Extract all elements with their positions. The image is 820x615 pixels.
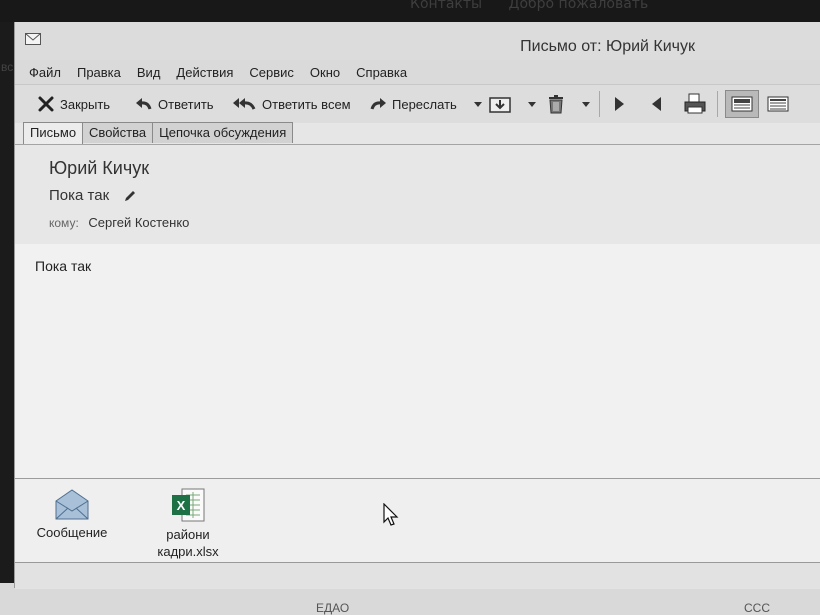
attachment-message[interactable]: Сообщение	[29, 487, 115, 541]
background-window-edge: вс	[1, 60, 14, 74]
background-taskbar: Контакты Добро пожаловать	[0, 0, 820, 22]
arrow-left-icon	[652, 97, 661, 111]
menu-help[interactable]: Справка	[356, 65, 407, 80]
attachment-label: райони кадри.xlsx	[157, 527, 219, 559]
reply-all-icon	[233, 98, 256, 110]
body-text: Пока так	[35, 258, 92, 274]
background-item: ЕДАО	[316, 601, 350, 615]
toolbar-separator	[717, 91, 718, 117]
window-title: Письмо от: Юрий Кичук	[520, 38, 695, 55]
tab-conversation[interactable]: Цепочка обсуждения	[152, 122, 294, 143]
forward-icon	[370, 98, 386, 110]
pencil-icon[interactable]	[123, 189, 137, 203]
background-tab: Контакты	[410, 0, 483, 12]
next-item-button[interactable]	[613, 93, 630, 115]
reply-all-button[interactable]: Ответить всем	[233, 93, 351, 115]
move-to-folder-button[interactable]	[489, 93, 516, 115]
previous-item-button[interactable]	[651, 93, 668, 115]
subject-text: Пока так	[49, 187, 110, 204]
delete-dropdown[interactable]	[581, 93, 596, 115]
close-icon	[38, 96, 54, 112]
arrow-right-icon	[615, 97, 624, 111]
tab-strip: Письмо Свойства Цепочка обсуждения	[23, 122, 294, 145]
printer-icon	[684, 93, 706, 114]
mouse-pointer-icon	[383, 503, 399, 526]
attachment-label: Сообщение	[36, 525, 108, 540]
envelope-icon	[55, 489, 89, 520]
recipient-name[interactable]: Сергей Костенко	[88, 215, 189, 230]
tab-message[interactable]: Письмо	[23, 122, 84, 145]
toolbar-separator	[599, 91, 600, 117]
forward-button[interactable]: Переслать	[369, 93, 457, 115]
move-to-folder-icon	[489, 97, 511, 113]
menu-tools[interactable]: Сервис	[249, 65, 294, 80]
menu-actions[interactable]: Действия	[176, 65, 233, 80]
attachment-excel[interactable]: X райони кадри.xlsx	[143, 487, 233, 560]
menu-view[interactable]: Вид	[137, 65, 161, 80]
message-body-icon	[767, 96, 789, 112]
chevron-down-icon	[582, 102, 590, 107]
excel-file-icon: X	[172, 488, 205, 522]
background-item: ССС	[744, 601, 770, 615]
reply-all-label: Ответить всем	[262, 96, 351, 112]
message-body[interactable]: Пока так	[15, 244, 820, 480]
print-button[interactable]	[683, 93, 712, 115]
chevron-down-icon	[474, 102, 482, 107]
trash-icon	[549, 95, 563, 114]
forward-label: Переслать	[392, 96, 457, 112]
message-header: Юрий Кичук Пока так кому: Сергей Костенк…	[15, 144, 820, 245]
plain-view-button[interactable]	[767, 93, 794, 115]
background-tab: Добро пожаловать	[508, 0, 649, 12]
status-bar	[15, 562, 820, 589]
subject-row: Пока так	[49, 187, 137, 204]
background-tabs: Контакты Добро пожаловать	[410, 0, 670, 12]
attachments-pane: Сообщение X райони кадри.xlsx	[15, 478, 820, 563]
forward-dropdown[interactable]	[473, 93, 488, 115]
title-bar: Письмо от: Юрий Кичук	[15, 22, 820, 60]
svg-text:X: X	[177, 498, 186, 513]
message-window: Письмо от: Юрий Кичук вс Файл Правка Вид…	[1, 22, 820, 589]
move-dropdown[interactable]	[527, 93, 542, 115]
menu-bar: Файл Правка Вид Действия Сервис Окно Спр…	[15, 60, 820, 84]
reply-button[interactable]: Ответить	[135, 93, 214, 115]
menu-edit[interactable]: Правка	[77, 65, 121, 80]
tab-properties[interactable]: Свойства	[82, 122, 154, 143]
recipient-row: кому: Сергей Костенко	[49, 215, 189, 230]
reply-label: Ответить	[158, 96, 214, 112]
reply-icon	[136, 98, 152, 110]
delete-button[interactable]	[547, 93, 570, 115]
menu-file[interactable]: Файл	[29, 65, 61, 80]
to-label: кому:	[49, 216, 79, 230]
envelope-icon	[25, 33, 41, 45]
sender-name: Юрий Кичук	[49, 158, 150, 178]
toolbar: Закрыть Ответить Ответить всем Переслать	[15, 84, 820, 123]
message-header-icon	[731, 96, 753, 112]
header-view-button[interactable]	[731, 93, 758, 115]
close-label: Закрыть	[60, 96, 111, 112]
chevron-down-icon	[528, 102, 536, 107]
menu-window[interactable]: Окно	[310, 65, 340, 80]
close-button[interactable]: Закрыть	[37, 93, 110, 115]
